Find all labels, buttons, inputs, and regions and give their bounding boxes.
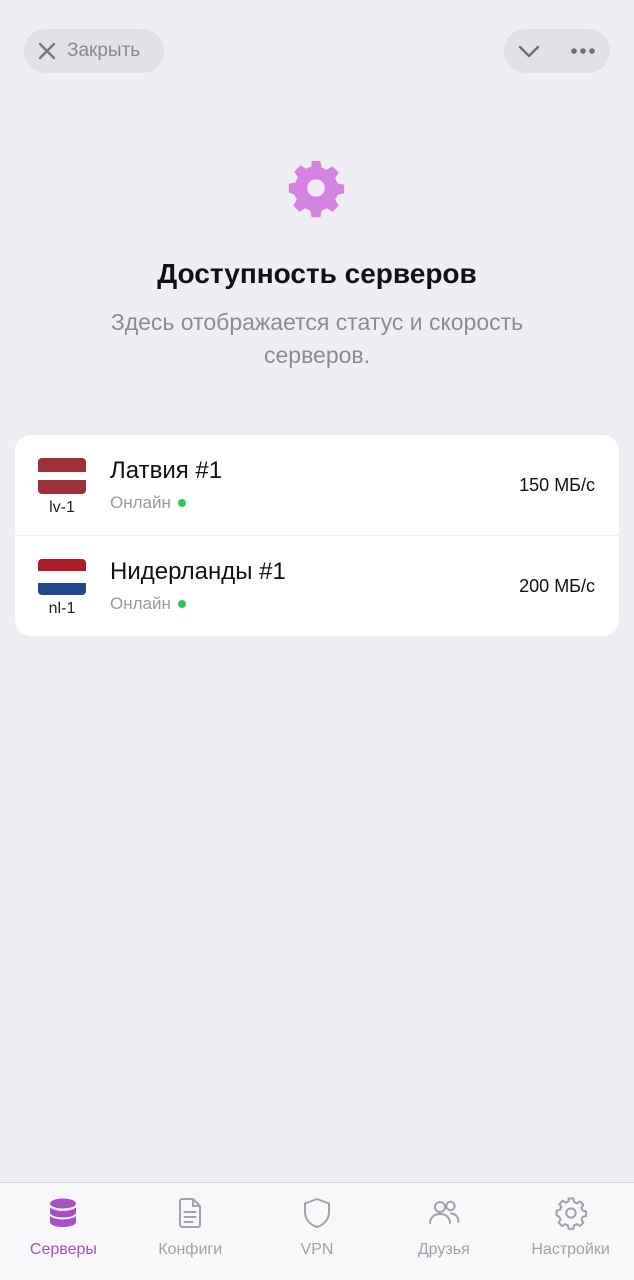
server-code: lv-1	[49, 499, 75, 516]
server-code: nl-1	[48, 600, 76, 617]
ellipsis-icon[interactable]	[570, 47, 596, 55]
server-list: lv-1 Латвия #1 Онлайн 150 МБ/с nl-1 Ниде…	[15, 435, 619, 636]
close-button[interactable]: Закрыть	[24, 29, 164, 73]
tab-vpn[interactable]: VPN	[254, 1183, 381, 1280]
latvia-flag-icon	[38, 458, 86, 494]
tab-label: Настройки	[531, 1241, 610, 1258]
tab-friends[interactable]: Друзья	[380, 1183, 507, 1280]
server-row-lv-1[interactable]: lv-1 Латвия #1 Онлайн 150 МБ/с	[15, 435, 619, 535]
gear-icon	[554, 1196, 588, 1235]
document-icon	[173, 1196, 207, 1235]
page-subtitle: Здесь отображается статус и скорость сер…	[110, 309, 524, 368]
server-name: Нидерланды #1	[110, 558, 286, 585]
options-pill	[504, 29, 610, 73]
close-label: Закрыть	[67, 40, 141, 61]
online-dot-icon	[177, 600, 186, 608]
server-speed: 200 МБ/с	[519, 576, 595, 596]
server-status: Онлайн	[110, 594, 186, 614]
tab-servers[interactable]: Серверы	[0, 1183, 127, 1280]
tab-settings[interactable]: Настройки	[507, 1183, 634, 1280]
tab-label: Конфиги	[158, 1241, 223, 1258]
server-status: Онлайн	[110, 493, 186, 513]
x-icon	[37, 41, 57, 61]
tab-configs[interactable]: Конфиги	[127, 1183, 254, 1280]
chevron-down-icon[interactable]	[517, 43, 541, 59]
status-label: Онлайн	[110, 594, 171, 613]
gear-icon	[285, 157, 347, 219]
people-icon	[427, 1196, 461, 1235]
server-row-nl-1[interactable]: nl-1 Нидерланды #1 Онлайн 200 МБ/с	[15, 535, 619, 635]
server-speed: 150 МБ/с	[519, 475, 595, 495]
status-label: Онлайн	[110, 493, 171, 512]
tab-label: VPN	[300, 1241, 334, 1258]
netherlands-flag-icon	[38, 559, 86, 595]
tab-label: Друзья	[417, 1241, 470, 1258]
database-icon	[46, 1196, 80, 1235]
shield-icon	[300, 1196, 334, 1235]
page-title: Доступность серверов	[157, 258, 477, 289]
online-dot-icon	[177, 499, 186, 507]
servers-screen: Закрыть Доступность серверов Здесь отобр…	[0, 0, 634, 1280]
tab-bar: Серверы Конфиги VPN Друзья Настройки	[0, 1182, 634, 1280]
server-name: Латвия #1	[110, 457, 223, 484]
tab-label: Серверы	[29, 1241, 97, 1258]
